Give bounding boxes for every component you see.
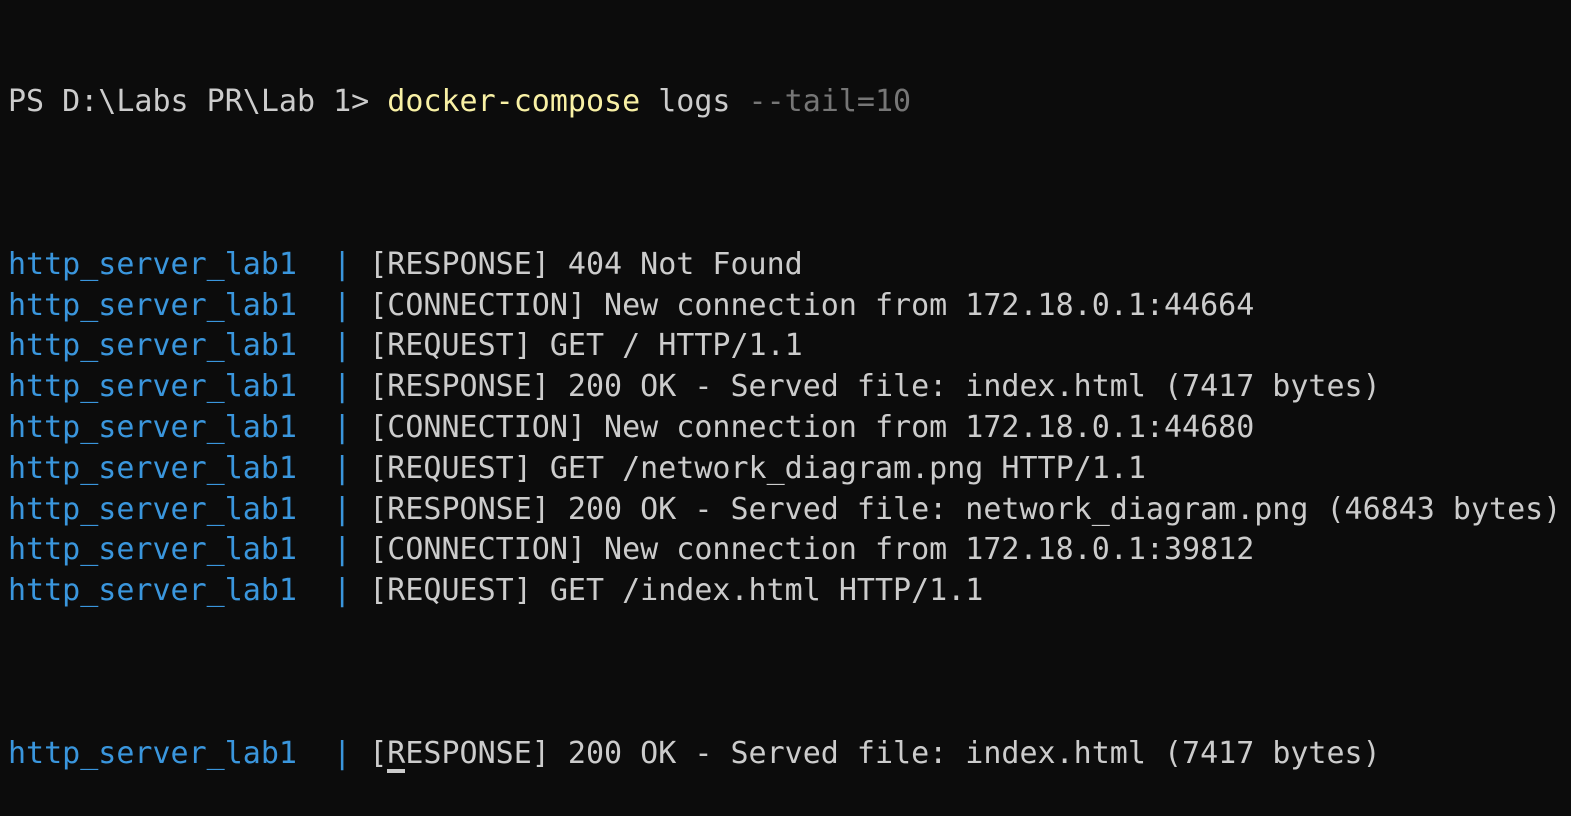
log-line: http_server_lab1 | [RESPONSE] 200 OK - S… [8, 490, 1571, 531]
log-service-name: http_server_lab1 [8, 328, 297, 364]
command-name: docker-compose [387, 83, 641, 119]
log-line: http_server_lab1 | [RESPONSE] 200 OK - S… [8, 367, 1571, 408]
log-service-name: http_server_lab1 [8, 573, 297, 609]
log-message-head: [ [369, 736, 388, 772]
log-line: http_server_lab1 | [REQUEST] GET /networ… [8, 449, 1571, 490]
log-message: [RESPONSE] 200 OK - Served file: index.h… [369, 369, 1381, 405]
prompt-line: PS D:\Labs PR\Lab 1> docker-compose logs… [8, 82, 1571, 123]
log-separator: | [296, 450, 370, 486]
log-line: http_server_lab1 | [RESPONSE] 404 Not Fo… [8, 245, 1571, 286]
log-service-name: http_server_lab1 [8, 246, 297, 282]
log-service-name: http_server_lab1 [8, 736, 297, 772]
log-service-name: http_server_lab1 [8, 532, 297, 568]
log-output: http_server_lab1 | [RESPONSE] 404 Not Fo… [8, 245, 1571, 612]
log-service-name: http_server_lab1 [8, 450, 297, 486]
log-line: http_server_lab1 | [REQUEST] GET / HTTP/… [8, 326, 1571, 367]
log-separator: | [296, 369, 370, 405]
log-service-name: http_server_lab1 [8, 491, 297, 527]
log-separator: | [296, 573, 370, 609]
log-separator: | [296, 287, 370, 323]
log-separator: | [296, 246, 370, 282]
log-message: [CONNECTION] New connection from 172.18.… [369, 409, 1255, 445]
log-message: [RESPONSE] 404 Not Found [369, 246, 803, 282]
log-line-last: http_server_lab1 | [RESPONSE] 200 OK - S… [8, 734, 1571, 775]
log-separator: | [296, 532, 370, 568]
log-message: [REQUEST] GET /network_diagram.png HTTP/… [369, 450, 1146, 486]
log-separator: | [296, 736, 370, 772]
log-separator: | [296, 409, 370, 445]
log-service-name: http_server_lab1 [8, 369, 297, 405]
log-separator: | [296, 491, 370, 527]
log-line: http_server_lab1 | [REQUEST] GET /index.… [8, 571, 1571, 612]
log-message: [CONNECTION] New connection from 172.18.… [369, 532, 1255, 568]
command-flag: --tail=10 [748, 83, 912, 119]
log-separator: | [296, 328, 370, 364]
log-message: [RESPONSE] 200 OK - Served file: network… [369, 491, 1562, 527]
log-message-tail: ESPONSE] 200 OK - Served file: index.htm… [405, 736, 1381, 772]
log-message: [REQUEST] GET /index.html HTTP/1.1 [369, 573, 984, 609]
log-line: http_server_lab1 | [CONNECTION] New conn… [8, 408, 1571, 449]
log-service-name: http_server_lab1 [8, 287, 297, 323]
log-message: [REQUEST] GET / HTTP/1.1 [369, 328, 803, 364]
log-line: http_server_lab1 | [CONNECTION] New conn… [8, 530, 1571, 571]
terminal-window[interactable]: PS D:\Labs PR\Lab 1> docker-compose logs… [0, 0, 1571, 773]
log-line: http_server_lab1 | [CONNECTION] New conn… [8, 286, 1571, 327]
prompt-path: PS D:\Labs PR\Lab 1> [8, 83, 388, 119]
text-cursor[interactable]: R [387, 734, 406, 775]
log-message: [CONNECTION] New connection from 172.18.… [369, 287, 1255, 323]
log-service-name: http_server_lab1 [8, 409, 297, 445]
command-args: logs [640, 83, 749, 119]
